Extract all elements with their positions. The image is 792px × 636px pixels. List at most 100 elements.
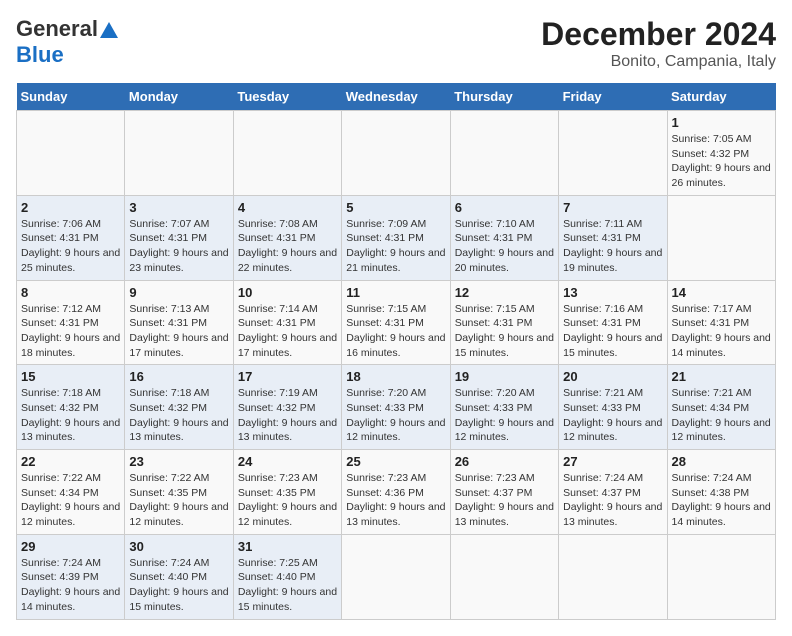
day-info: Sunrise: 7:21 AMSunset: 4:33 PMDaylight:…	[563, 386, 662, 445]
day-number: 13	[563, 285, 662, 300]
calendar-cell: 10 Sunrise: 7:14 AMSunset: 4:31 PMDayligh…	[233, 280, 341, 365]
calendar-cell: 28 Sunrise: 7:24 AMSunset: 4:38 PMDayligh…	[667, 450, 775, 535]
day-info: Sunrise: 7:18 AMSunset: 4:32 PMDaylight:…	[21, 386, 120, 445]
header-cell-thursday: Thursday	[450, 83, 558, 111]
calendar-cell: 2 Sunrise: 7:06 AMSunset: 4:31 PMDaylight…	[17, 195, 125, 280]
day-number: 2	[21, 200, 120, 215]
calendar-cell: 3 Sunrise: 7:07 AMSunset: 4:31 PMDaylight…	[125, 195, 233, 280]
day-number: 6	[455, 200, 554, 215]
day-number: 24	[238, 454, 337, 469]
calendar-cell: 23 Sunrise: 7:22 AMSunset: 4:35 PMDayligh…	[125, 450, 233, 535]
calendar-cell	[667, 534, 775, 619]
day-number: 17	[238, 369, 337, 384]
calendar-row: 1 Sunrise: 7:05 AMSunset: 4:32 PMDaylight…	[17, 111, 776, 196]
calendar-cell: 15 Sunrise: 7:18 AMSunset: 4:32 PMDayligh…	[17, 365, 125, 450]
day-number: 23	[129, 454, 228, 469]
calendar-cell: 27 Sunrise: 7:24 AMSunset: 4:37 PMDayligh…	[559, 450, 667, 535]
calendar-table: SundayMondayTuesdayWednesdayThursdayFrid…	[16, 83, 776, 620]
day-info: Sunrise: 7:22 AMSunset: 4:35 PMDaylight:…	[129, 471, 228, 530]
calendar-cell: 13 Sunrise: 7:16 AMSunset: 4:31 PMDayligh…	[559, 280, 667, 365]
day-info: Sunrise: 7:24 AMSunset: 4:40 PMDaylight:…	[129, 556, 228, 615]
day-info: Sunrise: 7:16 AMSunset: 4:31 PMDaylight:…	[563, 302, 662, 361]
day-number: 11	[346, 285, 445, 300]
title-block: December 2024 Bonito, Campania, Italy	[541, 16, 776, 71]
calendar-row: 8 Sunrise: 7:12 AMSunset: 4:31 PMDaylight…	[17, 280, 776, 365]
day-info: Sunrise: 7:09 AMSunset: 4:31 PMDaylight:…	[346, 217, 445, 276]
day-number: 10	[238, 285, 337, 300]
day-number: 15	[21, 369, 120, 384]
day-info: Sunrise: 7:17 AMSunset: 4:31 PMDaylight:…	[672, 302, 771, 361]
calendar-cell: 11 Sunrise: 7:15 AMSunset: 4:31 PMDayligh…	[342, 280, 450, 365]
calendar-cell: 14 Sunrise: 7:17 AMSunset: 4:31 PMDayligh…	[667, 280, 775, 365]
day-info: Sunrise: 7:11 AMSunset: 4:31 PMDaylight:…	[563, 217, 662, 276]
day-number: 28	[672, 454, 771, 469]
header-cell-saturday: Saturday	[667, 83, 775, 111]
logo-text-general: General	[16, 16, 98, 42]
header-cell-friday: Friday	[559, 83, 667, 111]
day-info: Sunrise: 7:05 AMSunset: 4:32 PMDaylight:…	[672, 132, 771, 191]
calendar-cell	[125, 111, 233, 196]
calendar-cell: 26Sunrise: 7:23 AMSunset: 4:37 PMDayligh…	[450, 450, 558, 535]
day-info: Sunrise: 7:23 AMSunset: 4:37 PMDaylight:…	[455, 471, 554, 530]
day-info: Sunrise: 7:24 AMSunset: 4:39 PMDaylight:…	[21, 556, 120, 615]
calendar-cell: 5Sunrise: 7:09 AMSunset: 4:31 PMDaylight…	[342, 195, 450, 280]
day-number: 22	[21, 454, 120, 469]
calendar-cell: 24 Sunrise: 7:23 AMSunset: 4:35 PMDayligh…	[233, 450, 341, 535]
calendar-cell: 25Sunrise: 7:23 AMSunset: 4:36 PMDayligh…	[342, 450, 450, 535]
calendar-row: 29 Sunrise: 7:24 AMSunset: 4:39 PMDayligh…	[17, 534, 776, 619]
day-number: 31	[238, 539, 337, 554]
day-info: Sunrise: 7:22 AMSunset: 4:34 PMDaylight:…	[21, 471, 120, 530]
day-number: 1	[672, 115, 771, 130]
day-info: Sunrise: 7:08 AMSunset: 4:31 PMDaylight:…	[238, 217, 337, 276]
calendar-cell	[342, 111, 450, 196]
day-number: 19	[455, 369, 554, 384]
header-cell-wednesday: Wednesday	[342, 83, 450, 111]
day-number: 25	[346, 454, 445, 469]
header-cell-sunday: Sunday	[17, 83, 125, 111]
header-cell-tuesday: Tuesday	[233, 83, 341, 111]
calendar-cell: 20 Sunrise: 7:21 AMSunset: 4:33 PMDayligh…	[559, 365, 667, 450]
day-info: Sunrise: 7:14 AMSunset: 4:31 PMDaylight:…	[238, 302, 337, 361]
calendar-cell: 21 Sunrise: 7:21 AMSunset: 4:34 PMDayligh…	[667, 365, 775, 450]
calendar-cell	[450, 534, 558, 619]
day-info: Sunrise: 7:12 AMSunset: 4:31 PMDaylight:…	[21, 302, 120, 361]
page-title: December 2024	[541, 16, 776, 53]
calendar-cell: 29 Sunrise: 7:24 AMSunset: 4:39 PMDayligh…	[17, 534, 125, 619]
day-number: 20	[563, 369, 662, 384]
day-info: Sunrise: 7:06 AMSunset: 4:31 PMDaylight:…	[21, 217, 120, 276]
day-info: Sunrise: 7:10 AMSunset: 4:31 PMDaylight:…	[455, 217, 554, 276]
calendar-cell	[17, 111, 125, 196]
day-number: 30	[129, 539, 228, 554]
day-number: 7	[563, 200, 662, 215]
day-info: Sunrise: 7:23 AMSunset: 4:35 PMDaylight:…	[238, 471, 337, 530]
day-info: Sunrise: 7:20 AMSunset: 4:33 PMDaylight:…	[346, 386, 445, 445]
day-number: 18	[346, 369, 445, 384]
day-info: Sunrise: 7:24 AMSunset: 4:37 PMDaylight:…	[563, 471, 662, 530]
calendar-cell	[450, 111, 558, 196]
day-info: Sunrise: 7:15 AMSunset: 4:31 PMDaylight:…	[346, 302, 445, 361]
calendar-cell: 8 Sunrise: 7:12 AMSunset: 4:31 PMDaylight…	[17, 280, 125, 365]
day-number: 3	[129, 200, 228, 215]
logo: General Blue	[16, 16, 118, 68]
day-number: 14	[672, 285, 771, 300]
calendar-cell: 7 Sunrise: 7:11 AMSunset: 4:31 PMDaylight…	[559, 195, 667, 280]
calendar-row: 2 Sunrise: 7:06 AMSunset: 4:31 PMDaylight…	[17, 195, 776, 280]
day-info: Sunrise: 7:24 AMSunset: 4:38 PMDaylight:…	[672, 471, 771, 530]
day-info: Sunrise: 7:18 AMSunset: 4:32 PMDaylight:…	[129, 386, 228, 445]
calendar-cell: 9Sunrise: 7:13 AMSunset: 4:31 PMDaylight…	[125, 280, 233, 365]
calendar-cell: 16 Sunrise: 7:18 AMSunset: 4:32 PMDayligh…	[125, 365, 233, 450]
day-number: 8	[21, 285, 120, 300]
day-number: 21	[672, 369, 771, 384]
day-number: 29	[21, 539, 120, 554]
calendar-cell: 6 Sunrise: 7:10 AMSunset: 4:31 PMDaylight…	[450, 195, 558, 280]
day-number: 12	[455, 285, 554, 300]
day-info: Sunrise: 7:20 AMSunset: 4:33 PMDaylight:…	[455, 386, 554, 445]
day-number: 27	[563, 454, 662, 469]
day-info: Sunrise: 7:07 AMSunset: 4:31 PMDaylight:…	[129, 217, 228, 276]
calendar-row: 15 Sunrise: 7:18 AMSunset: 4:32 PMDayligh…	[17, 365, 776, 450]
header-row: SundayMondayTuesdayWednesdayThursdayFrid…	[17, 83, 776, 111]
day-number: 16	[129, 369, 228, 384]
day-info: Sunrise: 7:21 AMSunset: 4:34 PMDaylight:…	[672, 386, 771, 445]
calendar-cell: 19 Sunrise: 7:20 AMSunset: 4:33 PMDayligh…	[450, 365, 558, 450]
calendar-cell: 1 Sunrise: 7:05 AMSunset: 4:32 PMDaylight…	[667, 111, 775, 196]
